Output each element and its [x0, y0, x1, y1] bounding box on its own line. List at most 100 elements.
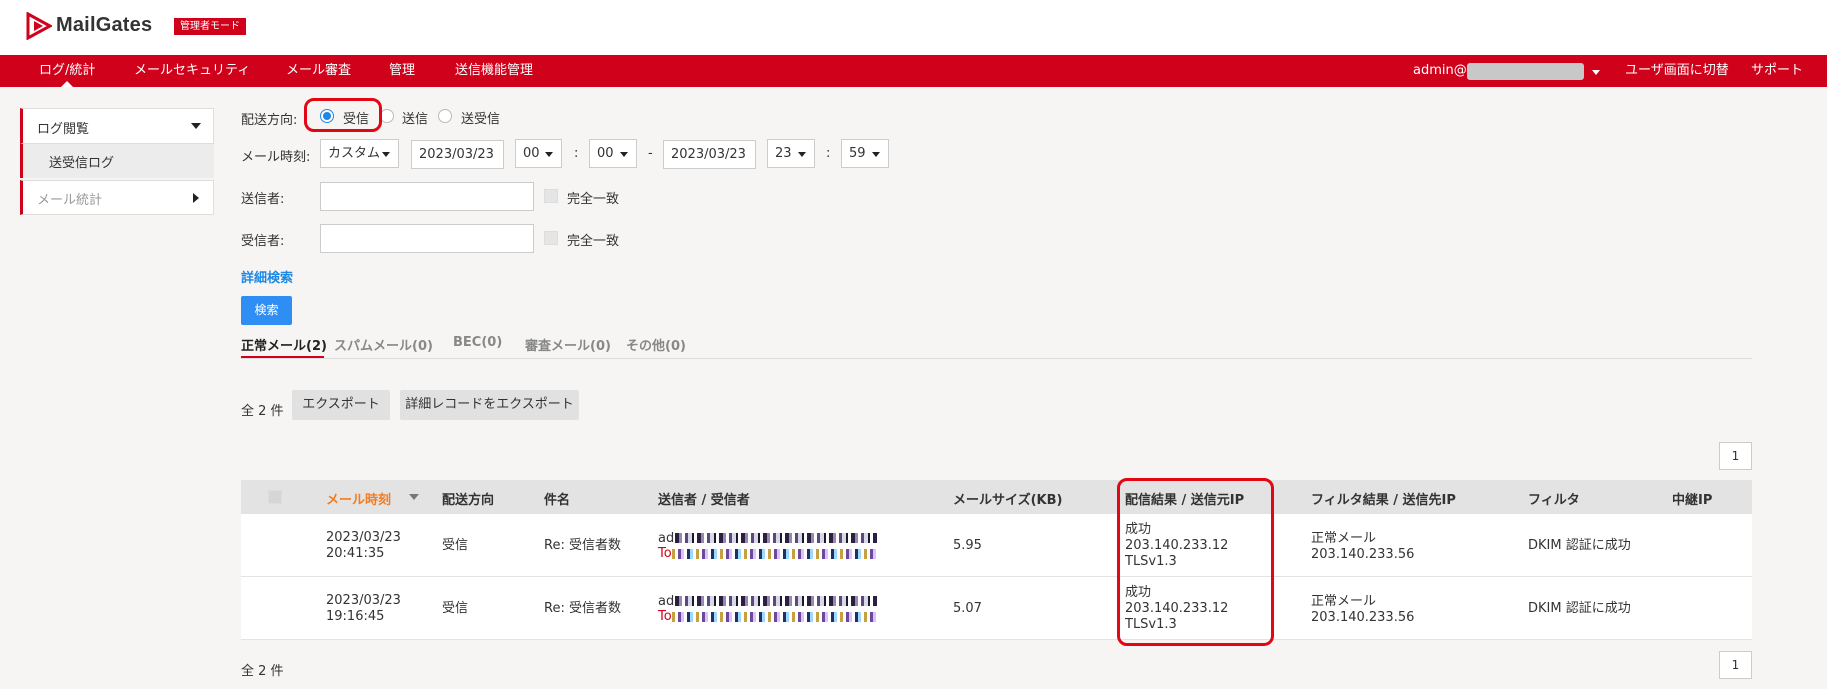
- export-detail-button[interactable]: 詳細レコードをエクスポート: [400, 390, 579, 420]
- tab-other[interactable]: その他(0): [626, 335, 686, 354]
- time-mode-value: カスタム: [328, 146, 381, 161]
- row-date: 2023/03/23: [326, 593, 401, 608]
- chevron-down-icon[interactable]: [1592, 70, 1600, 75]
- direction-option-send[interactable]: 送信: [402, 108, 428, 127]
- column-filter: フィルタ: [1528, 493, 1580, 508]
- pixelated-recipient-address: [672, 612, 877, 622]
- row-filter-result: 正常メール: [1311, 531, 1377, 546]
- mailgates-logo-icon: [26, 12, 52, 40]
- row-recipient: To: [658, 609, 672, 624]
- tab-spam-mail[interactable]: スパムメール(0): [334, 335, 433, 354]
- nav-management[interactable]: 管理: [389, 55, 415, 87]
- start-minute-select[interactable]: 00: [589, 139, 637, 168]
- sidebar-item-log-view[interactable]: ログ閲覧: [20, 108, 214, 144]
- tab-review-mail[interactable]: 審査メール(0): [525, 335, 611, 354]
- pixelated-sender-address: [675, 596, 877, 606]
- row-dest-ip: 203.140.233.56: [1311, 610, 1415, 625]
- start-hour-select[interactable]: 00: [515, 139, 562, 168]
- date-range-separator: -: [648, 146, 653, 161]
- sidebar-item-label: メール統計: [37, 193, 103, 208]
- row-subject[interactable]: Re: 受信者数: [544, 601, 621, 617]
- time-separator: :: [826, 146, 831, 161]
- column-filter-result: フィルタ結果 / 送信先IP: [1311, 493, 1456, 508]
- start-minute-value: 00: [597, 146, 614, 161]
- advanced-search-link[interactable]: 詳細検索: [241, 267, 293, 286]
- sender-exact-match-checkbox[interactable]: [544, 189, 558, 203]
- row-date: 2023/03/23: [326, 530, 401, 545]
- chevron-down-icon: [191, 123, 201, 129]
- direction-option-both[interactable]: 送受信: [461, 108, 500, 127]
- app-header: MailGates 管理者モード: [0, 0, 1827, 55]
- start-hour-value: 00: [523, 146, 540, 161]
- sort-desc-icon[interactable]: [409, 494, 419, 500]
- switch-to-user-view[interactable]: ユーザ画面に切替: [1625, 55, 1729, 87]
- recipient-exact-match-label: 完全一致: [567, 234, 620, 249]
- footer-pagination-page[interactable]: 1: [1719, 651, 1752, 679]
- pagination-page[interactable]: 1: [1719, 442, 1752, 470]
- active-nav-indicator: [61, 81, 73, 87]
- recipient-exact-match-checkbox[interactable]: [544, 231, 558, 245]
- brand-name: MailGates: [56, 14, 153, 36]
- start-date-input[interactable]: 2023/03/23: [411, 140, 504, 169]
- row-direction: 受信: [442, 601, 469, 616]
- row-filter: DKIM 認証に成功: [1528, 601, 1631, 616]
- sidebar-item-mail-stats[interactable]: メール統計: [20, 180, 214, 215]
- row-dest-ip: 203.140.233.56: [1311, 547, 1415, 562]
- tab-bec[interactable]: BEC(0): [453, 335, 502, 350]
- end-minute-select[interactable]: 59: [841, 139, 889, 168]
- start-date-value: 2023/03/23: [419, 147, 494, 162]
- footer-total-count: 全 2 件: [241, 664, 284, 679]
- end-hour-value: 23: [775, 146, 792, 161]
- mail-time-label: メール時刻:: [241, 150, 311, 165]
- nav-send-function[interactable]: 送信機能管理: [455, 55, 533, 87]
- chevron-right-icon: [193, 193, 199, 203]
- sender-exact-match-label: 完全一致: [567, 192, 620, 207]
- chevron-down-icon: [382, 152, 390, 157]
- tab-normal-mail[interactable]: 正常メール(2): [241, 335, 327, 354]
- masked-account-domain: [1467, 63, 1584, 80]
- recipient-label: 受信者:: [241, 234, 285, 249]
- select-all-checkbox[interactable]: [268, 490, 282, 504]
- row-filter-result: 正常メール: [1311, 594, 1377, 609]
- column-subject: 件名: [544, 493, 571, 508]
- sidebar-item-label: 送受信ログ: [49, 156, 115, 171]
- chevron-down-icon: [798, 152, 806, 157]
- direction-radio-send[interactable]: [380, 109, 394, 123]
- column-mail-time[interactable]: メール時刻: [326, 489, 391, 508]
- chevron-down-icon: [545, 152, 553, 157]
- row-time: 19:16:45: [326, 609, 385, 624]
- row-subject[interactable]: Re: 受信者数: [544, 538, 621, 554]
- highlight-annotation: [304, 98, 382, 132]
- row-sender: ad: [658, 594, 675, 609]
- export-button[interactable]: エクスポート: [292, 390, 390, 420]
- row-recipient: To: [658, 546, 672, 561]
- sender-label: 送信者:: [241, 192, 285, 207]
- recipient-input[interactable]: [320, 224, 534, 253]
- nav-mail-security[interactable]: メールセキュリティ: [134, 55, 250, 87]
- row-size: 5.07: [953, 601, 982, 616]
- pixelated-recipient-address: [672, 549, 877, 559]
- sidebar-item-label: ログ閲覧: [37, 122, 90, 137]
- column-relay-ip: 中継IP: [1672, 493, 1713, 508]
- user-account-menu[interactable]: admin@: [1413, 55, 1467, 87]
- pixelated-sender-address: [675, 533, 877, 543]
- row-filter: DKIM 認証に成功: [1528, 538, 1631, 553]
- sender-input[interactable]: [320, 182, 534, 211]
- row-direction: 受信: [442, 538, 469, 553]
- top-navbar: ログ/統計 メールセキュリティ メール審査 管理 送信機能管理 admin@ ユ…: [0, 55, 1827, 87]
- row-time: 20:41:35: [326, 546, 385, 561]
- tabs-divider: [241, 358, 1752, 359]
- total-count: 全 2 件: [241, 404, 284, 419]
- search-button[interactable]: 検索: [241, 296, 292, 325]
- column-direction: 配送方向: [442, 493, 495, 508]
- nav-mail-review[interactable]: メール審査: [286, 55, 351, 87]
- time-mode-select[interactable]: カスタム: [320, 139, 399, 168]
- chevron-down-icon: [872, 152, 880, 157]
- end-hour-select[interactable]: 23: [767, 139, 815, 168]
- end-date-input[interactable]: 2023/03/23: [663, 140, 756, 169]
- nav-support[interactable]: サポート: [1751, 55, 1803, 87]
- chevron-down-icon: [620, 152, 628, 157]
- direction-label: 配送方向:: [241, 113, 298, 128]
- direction-radio-both[interactable]: [438, 109, 452, 123]
- sidebar-item-send-receive-log[interactable]: 送受信ログ: [20, 144, 214, 178]
